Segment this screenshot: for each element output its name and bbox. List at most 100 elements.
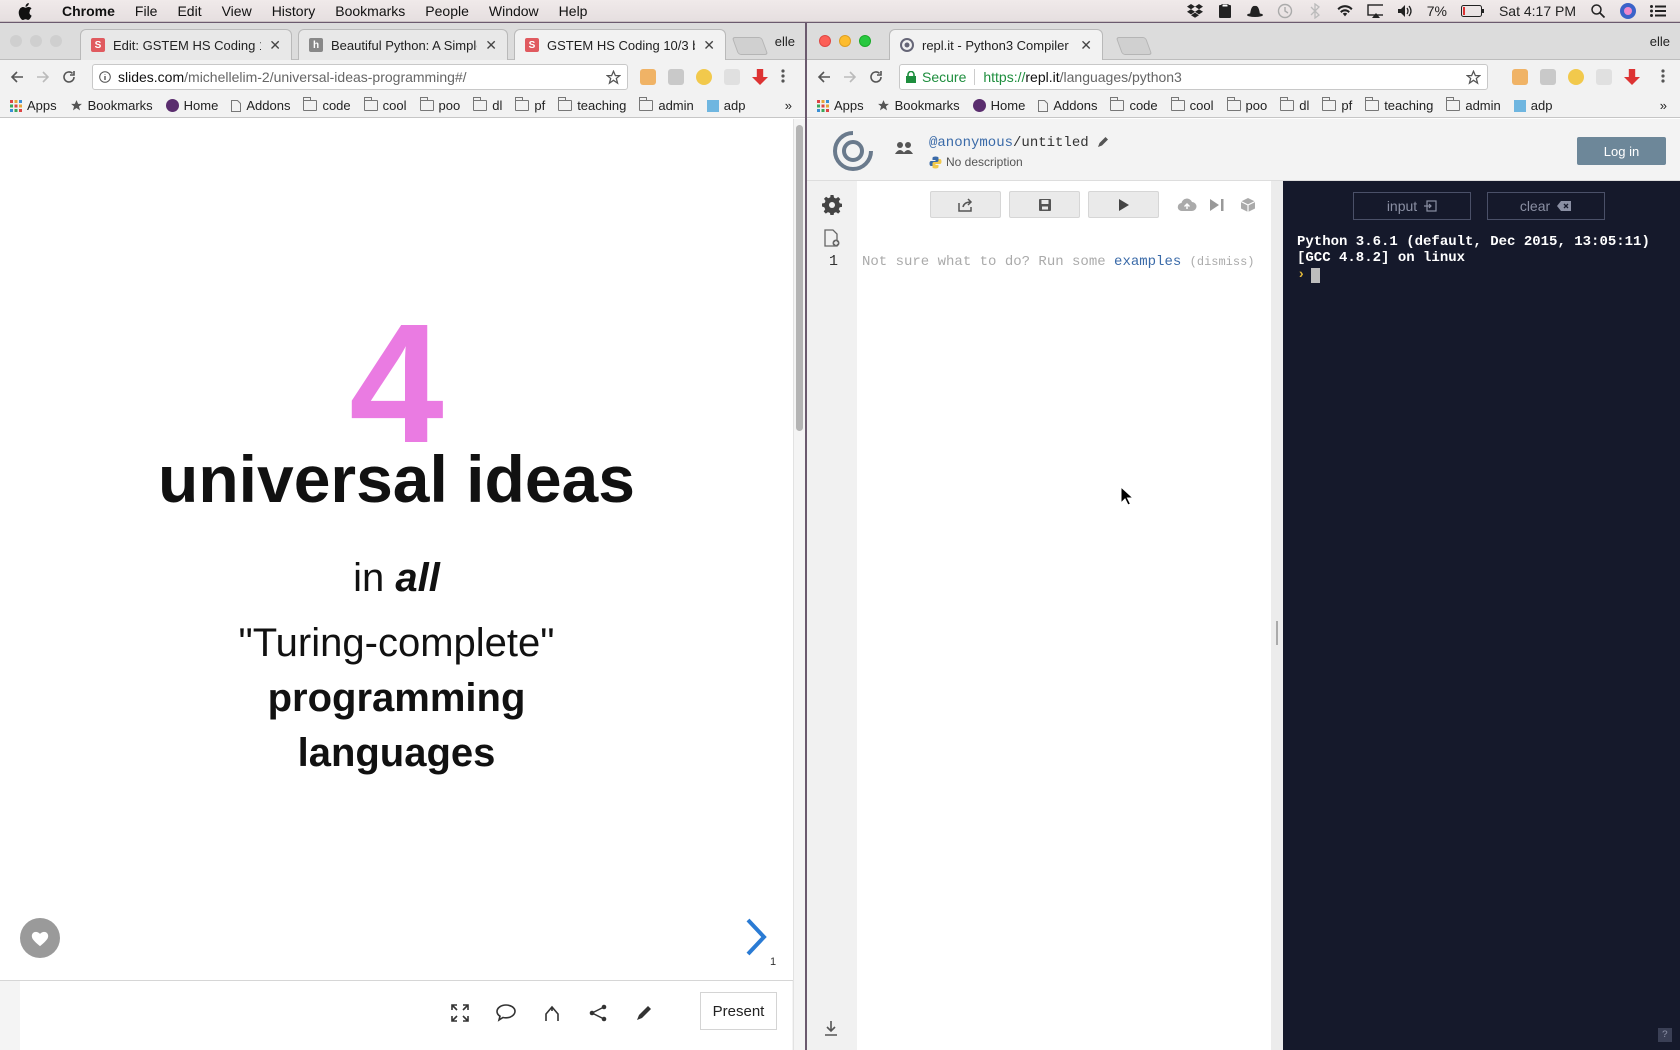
forward-icon[interactable] xyxy=(837,64,863,90)
menu-window[interactable]: Window xyxy=(489,3,539,19)
extension-icon[interactable] xyxy=(640,69,656,85)
battery-percent[interactable]: 7% xyxy=(1427,3,1447,19)
back-icon[interactable] xyxy=(811,64,837,90)
repl-title[interactable]: @anonymous/untitled xyxy=(929,135,1109,151)
step-forward-icon[interactable] xyxy=(1209,198,1225,212)
tab-slides-present[interactable]: S GSTEM HS Coding 10/3 by M ✕ xyxy=(514,29,726,60)
bookmark-folder-admin[interactable]: admin xyxy=(639,97,694,113)
secure-lock-icon[interactable] xyxy=(906,71,916,83)
clear-button[interactable]: clear xyxy=(1487,192,1605,220)
tab-beautiful-python[interactable]: h Beautiful Python: A Simple A ✕ xyxy=(298,29,508,60)
download-arrow-extension-icon[interactable] xyxy=(752,69,768,85)
menu-edit[interactable]: Edit xyxy=(177,3,201,19)
bookmark-folder-cool[interactable]: cool xyxy=(1170,97,1214,113)
apple-icon[interactable] xyxy=(18,2,40,20)
bookmark-folder-dl[interactable]: dl xyxy=(1280,97,1309,113)
battery-icon[interactable] xyxy=(1460,3,1485,19)
reload-icon[interactable] xyxy=(863,64,889,90)
bookmark-folder-cool[interactable]: cool xyxy=(363,97,407,113)
profile-name[interactable]: elle xyxy=(1650,34,1670,49)
save-button[interactable] xyxy=(1009,191,1080,218)
bookmark-folder-teaching[interactable]: teaching xyxy=(558,97,626,113)
profile-name[interactable]: elle xyxy=(775,34,795,49)
bookmark-folder-pf[interactable]: pf xyxy=(515,97,545,113)
extension-compass-icon[interactable] xyxy=(696,69,712,85)
bookmark-home[interactable]: Home xyxy=(972,98,1025,113)
download-icon[interactable] xyxy=(824,1020,838,1036)
notification-center-icon[interactable] xyxy=(1650,3,1666,19)
pane-splitter[interactable] xyxy=(1271,181,1283,1050)
close-window-button[interactable] xyxy=(10,35,22,47)
repl-user-link[interactable]: @anonymous xyxy=(929,135,1013,151)
reload-icon[interactable] xyxy=(56,64,82,90)
console-pane[interactable]: input clear Python 3.6.1 (default, Dec 2… xyxy=(1283,181,1680,1050)
extension-puzzle-icon[interactable] xyxy=(724,69,740,85)
console-prompt[interactable]: › xyxy=(1297,267,1321,283)
clock[interactable]: Sat 4:17 PM xyxy=(1499,3,1576,19)
splitter-grip[interactable] xyxy=(1276,621,1278,645)
scrollbar-thumb[interactable] xyxy=(796,125,803,431)
volume-icon[interactable] xyxy=(1397,3,1413,19)
menu-file[interactable]: File xyxy=(135,3,158,19)
bookmark-adp[interactable]: adp xyxy=(1513,98,1552,113)
extension-compass-icon[interactable] xyxy=(1568,69,1584,85)
page-scrollbar[interactable] xyxy=(793,119,805,1050)
close-tab-icon[interactable]: ✕ xyxy=(485,37,497,54)
package-cube-icon[interactable] xyxy=(1240,197,1256,213)
dropbox-icon[interactable] xyxy=(1186,3,1203,19)
chrome-menu-icon[interactable] xyxy=(781,69,787,85)
bookmark-bookmarks[interactable]: Bookmarks xyxy=(70,98,153,113)
bookmark-folder-code[interactable]: code xyxy=(1110,97,1158,113)
share-button[interactable] xyxy=(930,191,1001,218)
more-bookmarks-button[interactable]: » xyxy=(1660,98,1667,113)
share-icon[interactable] xyxy=(584,999,612,1027)
address-bar[interactable]: Secure https://repl.it/languages/python3 xyxy=(899,64,1488,90)
bookmark-folder-pf[interactable]: pf xyxy=(1322,97,1352,113)
bookmark-folder-code[interactable]: code xyxy=(303,97,351,113)
edit-pencil-icon[interactable] xyxy=(630,999,658,1027)
extension-puzzle-icon[interactable] xyxy=(1596,69,1612,85)
address-bar[interactable]: slides.com/michellelim-2/universal-ideas… xyxy=(92,64,628,90)
next-slide-arrow-icon[interactable] xyxy=(742,916,770,958)
close-tab-icon[interactable]: ✕ xyxy=(1080,37,1092,54)
bookmark-apps[interactable]: Apps xyxy=(817,98,864,113)
alfred-hat-icon[interactable] xyxy=(1246,3,1263,19)
bookmark-folder-dl[interactable]: dl xyxy=(473,97,502,113)
forward-icon[interactable] xyxy=(30,64,56,90)
download-arrow-extension-icon[interactable] xyxy=(1624,69,1640,85)
bookmark-adp[interactable]: adp xyxy=(706,98,745,113)
fork-icon[interactable] xyxy=(538,999,566,1027)
tab-slides-edit[interactable]: S Edit: GSTEM HS Coding 10/ ✕ xyxy=(80,29,292,60)
minimize-window-button[interactable] xyxy=(839,35,851,47)
dismiss-link[interactable]: (dismiss) xyxy=(1190,255,1255,269)
login-button[interactable]: Log in xyxy=(1577,137,1666,165)
input-button[interactable]: input xyxy=(1353,192,1471,220)
menu-history[interactable]: History xyxy=(272,3,316,19)
menu-help[interactable]: Help xyxy=(559,3,588,19)
zoom-window-button[interactable] xyxy=(859,35,871,47)
edit-pencil-icon[interactable] xyxy=(1097,136,1109,148)
bookmark-folder-teaching[interactable]: teaching xyxy=(1365,97,1433,113)
close-tab-icon[interactable]: ✕ xyxy=(269,37,281,54)
bookmark-apps[interactable]: Apps xyxy=(10,98,57,113)
bookmark-folder-admin[interactable]: admin xyxy=(1446,97,1501,113)
extension-tools-icon[interactable] xyxy=(668,69,684,85)
menu-bookmarks[interactable]: Bookmarks xyxy=(335,3,405,19)
help-button[interactable]: ? xyxy=(1658,1028,1672,1042)
back-icon[interactable] xyxy=(4,64,30,90)
present-button[interactable]: Present xyxy=(700,992,777,1030)
chrome-menu-icon[interactable] xyxy=(1661,69,1667,85)
extension-tools-icon[interactable] xyxy=(1540,69,1556,85)
spotlight-search-icon[interactable] xyxy=(1590,3,1606,19)
airplay-icon[interactable] xyxy=(1367,3,1383,19)
bookmark-star-icon[interactable] xyxy=(1466,70,1481,85)
bookmark-addons[interactable]: Addons xyxy=(1038,98,1097,113)
info-icon[interactable] xyxy=(99,71,111,83)
repl-description[interactable]: No description xyxy=(929,155,1023,169)
multiplayer-users-icon[interactable] xyxy=(895,141,913,155)
repl-logo-icon[interactable] xyxy=(833,131,873,171)
user-avatar-icon[interactable] xyxy=(1620,3,1636,19)
examples-link[interactable]: examples xyxy=(1114,254,1181,270)
comment-icon[interactable] xyxy=(492,999,520,1027)
minimize-window-button[interactable] xyxy=(30,35,42,47)
